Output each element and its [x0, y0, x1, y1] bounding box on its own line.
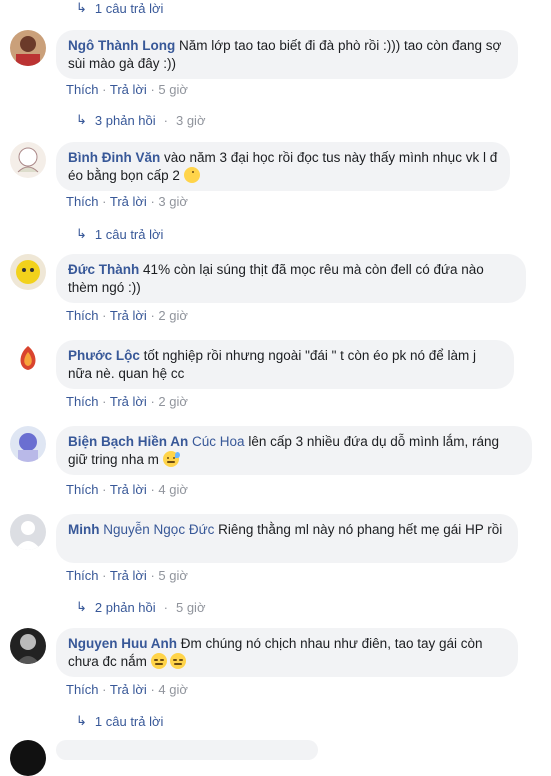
comment-bubble: Nguyen Huu Anh Đm chúng nó chịch nhau nh…: [56, 628, 518, 677]
replies-count: 1 câu trả lời: [94, 226, 164, 242]
commenter-name[interactable]: Ngô Thành Long: [68, 38, 175, 53]
comment-bubble: Phước Lộc tốt nghiệp rồi nhưng ngoài "đá…: [56, 340, 514, 389]
comment-bubble: [56, 740, 318, 760]
view-replies-link[interactable]: ↳ 2 phản hồi · 5 giờ: [76, 599, 205, 615]
reply-button[interactable]: Trả lời: [110, 568, 147, 583]
commenter-name[interactable]: Phước Lộc: [68, 348, 140, 363]
reply-arrow-icon: ↳: [76, 713, 87, 728]
replies-count: 1 câu trả lời: [94, 0, 164, 16]
comment-bubble: Ngô Thành Long Năm lớp tao tao biết đi đ…: [56, 30, 518, 79]
like-button[interactable]: Thích: [66, 568, 99, 583]
timestamp[interactable]: 2 giờ: [158, 394, 188, 409]
timestamp[interactable]: 5 giờ: [158, 568, 188, 583]
replies-count: 2 phản hồi: [94, 599, 156, 615]
like-button[interactable]: Thích: [66, 194, 99, 209]
reply-button[interactable]: Trả lời: [110, 682, 147, 697]
view-replies-link[interactable]: ↳ 3 phản hồi · 3 giờ: [76, 112, 205, 128]
timestamp[interactable]: 4 giờ: [158, 482, 188, 497]
timestamp[interactable]: 3 giờ: [158, 194, 188, 209]
avatar[interactable]: [10, 628, 46, 664]
tagged-user[interactable]: Nguyễn Ngọc Đức: [103, 522, 214, 537]
view-replies-link[interactable]: ↳ 1 câu trả lời: [76, 713, 163, 729]
avatar[interactable]: [10, 340, 46, 376]
avatar[interactable]: [10, 426, 46, 462]
view-replies-link[interactable]: ↳ 1 câu trả lời: [76, 0, 163, 16]
reply-arrow-icon: ↳: [76, 599, 87, 614]
timestamp[interactable]: 4 giờ: [158, 682, 188, 697]
comment-actions: Thích · Trả lời · 4 giờ: [66, 482, 188, 497]
tagged-user[interactable]: Cúc Hoa: [192, 434, 245, 449]
pacman-emoji-icon: [183, 167, 200, 183]
comment-actions: Thích · Trả lời · 5 giờ: [66, 82, 188, 97]
reply-button[interactable]: Trả lời: [110, 194, 147, 209]
replies-count: 3 phản hồi: [94, 112, 156, 128]
sweat-emoji-icon: [162, 451, 180, 467]
comment-actions: Thích · Trả lời · 4 giờ: [66, 682, 188, 697]
comment-actions: Thích · Trả lời · 5 giờ: [66, 568, 188, 583]
like-button[interactable]: Thích: [66, 482, 99, 497]
like-button[interactable]: Thích: [66, 682, 99, 697]
commenter-name[interactable]: Biện Bạch Hiền An: [68, 434, 188, 449]
commenter-name[interactable]: Bình Đinh Văn: [68, 150, 160, 165]
comment-actions: Thích · Trả lời · 2 giờ: [66, 394, 188, 409]
like-button[interactable]: Thích: [66, 82, 99, 97]
expressionless-emoji-icon: [150, 653, 167, 669]
like-button[interactable]: Thích: [66, 308, 99, 323]
reply-button[interactable]: Trả lời: [110, 308, 147, 323]
expressionless-emoji-icon: [170, 653, 187, 669]
reply-button[interactable]: Trả lời: [110, 394, 147, 409]
comment-bubble: Minh Nguyễn Ngọc Đức Riêng thằng ml này …: [56, 514, 518, 563]
reply-button[interactable]: Trả lời: [110, 82, 147, 97]
reply-arrow-icon: ↳: [76, 112, 87, 127]
comment-bubble: Đức Thành 41% còn lại súng thịt đã mọc r…: [56, 254, 526, 303]
comment-actions: Thích · Trả lời · 3 giờ: [66, 194, 188, 209]
comment-bubble: Biện Bạch Hiền An Cúc Hoa lên cấp 3 nhiề…: [56, 426, 532, 475]
avatar[interactable]: [10, 142, 46, 178]
timestamp[interactable]: 5 giờ: [158, 82, 188, 97]
commenter-name[interactable]: Đức Thành: [68, 262, 139, 277]
comment-bubble: Bình Đinh Văn vào năm 3 đại học rồi đọc …: [56, 142, 510, 191]
comment-text: Riêng thằng ml này nó phang hết mẹ gái H…: [218, 522, 503, 537]
comment-actions: Thích · Trả lời · 2 giờ: [66, 308, 188, 323]
replies-count: 1 câu trả lời: [94, 713, 164, 729]
reply-arrow-icon: ↳: [76, 0, 87, 15]
avatar[interactable]: [10, 254, 46, 290]
reply-arrow-icon: ↳: [76, 226, 87, 241]
replies-time: 3 giờ: [175, 112, 206, 128]
replies-time: 5 giờ: [175, 599, 206, 615]
view-replies-link[interactable]: ↳ 1 câu trả lời: [76, 226, 163, 242]
avatar[interactable]: [10, 740, 46, 776]
commenter-name[interactable]: Nguyen Huu Anh: [68, 636, 177, 651]
commenter-name[interactable]: Minh: [68, 522, 100, 537]
avatar[interactable]: [10, 30, 46, 66]
timestamp[interactable]: 2 giờ: [158, 308, 188, 323]
like-button[interactable]: Thích: [66, 394, 99, 409]
reply-button[interactable]: Trả lời: [110, 482, 147, 497]
avatar[interactable]: [10, 514, 46, 550]
